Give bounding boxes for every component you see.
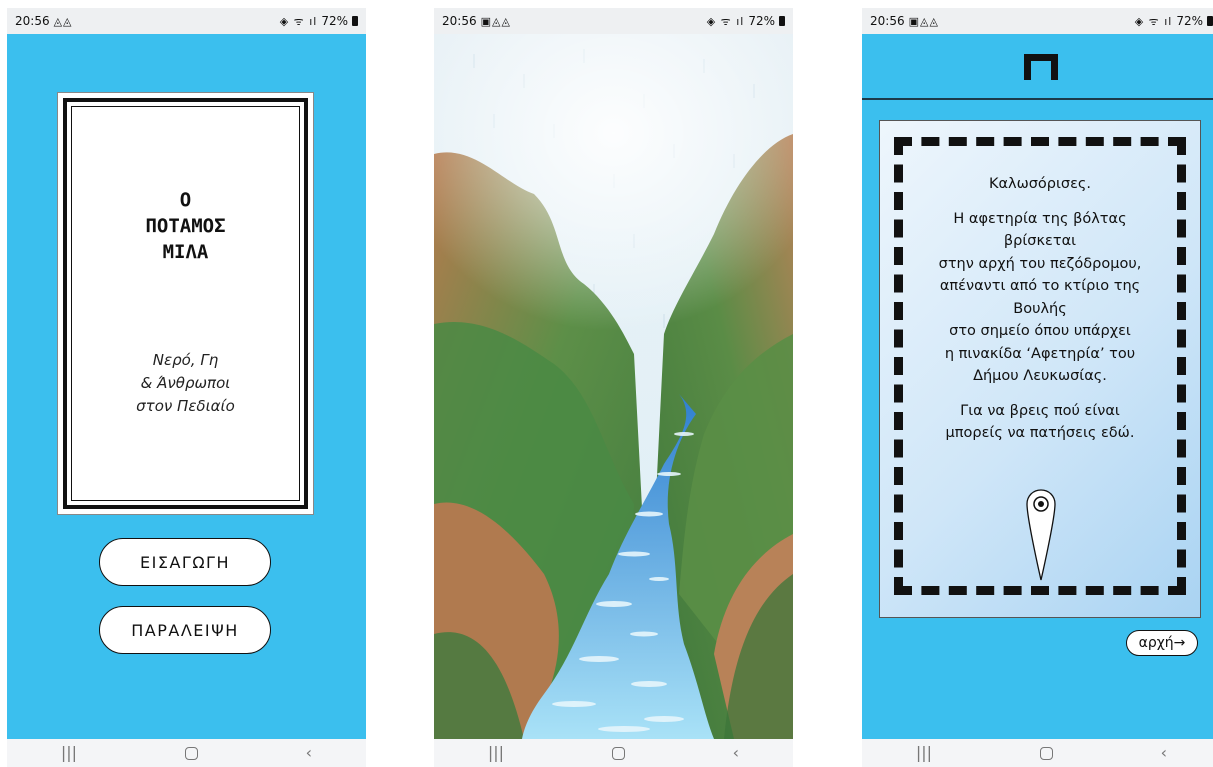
app-header [862, 34, 1213, 98]
notification-icons: ▣◬◬ [908, 14, 939, 28]
phone-screen-cover: 20:56 ◬◬ ◈ ᯤ ıl 72% Ο ΠΟΤΑΜΟΣ ΜΙΛΑ Νερό,… [7, 8, 366, 767]
battery-icon [1207, 16, 1213, 26]
battery-icon [779, 16, 785, 26]
wifi-signal-icon: ◈ ᯤ ıl [706, 14, 745, 28]
phone-screen-welcome: 20:56 ▣◬◬ ◈ ᯤ ıl 72% Καλωσόρισες. Η αφετ… [862, 8, 1213, 767]
recent-apps-button[interactable]: ||| [916, 745, 932, 761]
status-bar: 20:56 ▣◬◬ ◈ ᯤ ıl 72% [434, 8, 793, 34]
welcome-greeting: Καλωσόρισες. [988, 176, 1092, 192]
home-button[interactable] [1039, 746, 1053, 760]
title-line-1: Ο [179, 189, 192, 211]
start-next-button[interactable]: αρχή→ [1126, 630, 1198, 656]
notification-icons: ▣◬◬ [480, 14, 511, 28]
status-time: 20:56 [442, 14, 477, 28]
status-bar: 20:56 ◬◬ ◈ ᯤ ıl 72% [7, 8, 366, 34]
battery-percent: 72% [748, 14, 775, 28]
subtitle-line-1: Νερό, Γη [152, 351, 219, 369]
cover-frame: Ο ΠΟΤΑΜΟΣ ΜΙΛΑ Νερό, Γη & Άνθρωποι στον … [63, 98, 308, 509]
text-line: η πινακίδα ‘Αφετηρία’ του [944, 345, 1136, 362]
header-divider [862, 98, 1213, 100]
text-line: βρίσκεται [1003, 233, 1077, 249]
cover-frame-inner: Ο ΠΟΤΑΜΟΣ ΜΙΛΑ Νερό, Γη & Άνθρωποι στον … [71, 106, 300, 501]
system-nav-bar: ||| ‹ [7, 739, 366, 767]
subtitle-line-2: & Άνθρωποι [140, 374, 231, 392]
river-valley-illustration[interactable] [434, 34, 793, 739]
welcome-text: Καλωσόρισες. Η αφετηρία της βόλτας βρίσκ… [904, 173, 1176, 457]
recent-apps-button[interactable]: ||| [488, 745, 504, 761]
status-time: 20:56 [870, 14, 905, 28]
phone-screen-landscape: 20:56 ▣◬◬ ◈ ᯤ ıl 72% ||| ‹ [434, 8, 793, 767]
battery-icon [352, 16, 358, 26]
recent-apps-button[interactable]: ||| [61, 745, 77, 761]
text-line: στην αρχή του πεζόδρομου, [938, 255, 1142, 272]
book-cover: Ο ΠΟΤΑΜΟΣ ΜΙΛΑ Νερό, Γη & Άνθρωποι στον … [57, 92, 314, 515]
system-nav-bar: ||| ‹ [434, 739, 793, 767]
app-screen: Ο ΠΟΤΑΜΟΣ ΜΙΛΑ Νερό, Γη & Άνθρωποι στον … [7, 34, 366, 739]
wifi-signal-icon: ◈ ᯤ ıl [1134, 14, 1173, 28]
notification-icons: ◬◬ [53, 14, 73, 28]
text-line: απέναντι από το κτίριο της [939, 278, 1141, 294]
cover-title: Ο ΠΟΤΑΜΟΣ ΜΙΛΑ [72, 187, 299, 265]
battery-percent: 72% [321, 14, 348, 28]
battery-percent: 72% [1176, 14, 1203, 28]
text-line: στο σημείο όπου υπάρχει [949, 323, 1131, 339]
status-time: 20:56 [15, 14, 50, 28]
system-nav-bar: ||| ‹ [862, 739, 1213, 767]
back-button[interactable]: ‹ [1161, 745, 1167, 761]
status-bar: 20:56 ▣◬◬ ◈ ᯤ ıl 72% [862, 8, 1213, 34]
text-line: Η αφετηρία της βόλτας [953, 210, 1127, 227]
text-line: Δήμου Λευκωσίας. [973, 368, 1107, 384]
text-line: μπορείς να πατήσεις εδώ. [945, 425, 1135, 441]
app-screen [434, 34, 793, 739]
back-button[interactable]: ‹ [733, 745, 739, 761]
welcome-card: Καλωσόρισες. Η αφετηρία της βόλτας βρίσκ… [879, 120, 1201, 618]
skip-button[interactable]: ΠΑΡΑΛΕΙΨΗ [99, 606, 271, 654]
intro-button[interactable]: ΕΙΣΑΓΩΓΗ [99, 538, 271, 586]
home-button[interactable] [184, 746, 198, 760]
title-line-2: ΠΟΤΑΜΟΣ [145, 215, 226, 237]
text-line: Για να βρεις πού είναι [960, 402, 1120, 419]
home-button[interactable] [611, 746, 625, 760]
wifi-signal-icon: ◈ ᯤ ıl [279, 14, 318, 28]
title-line-3: ΜΙΛΑ [162, 241, 209, 263]
back-button[interactable]: ‹ [306, 745, 312, 761]
map-pin-icon[interactable] [1026, 489, 1056, 581]
subtitle-line-3: στον Πεδιαίο [136, 397, 235, 415]
cover-subtitle: Νερό, Γη & Άνθρωποι στον Πεδιαίο [72, 349, 299, 418]
text-line: Βουλής [1013, 300, 1067, 317]
app-screen: Καλωσόρισες. Η αφετηρία της βόλτας βρίσκ… [862, 34, 1213, 739]
app-logo-icon [1024, 54, 1058, 80]
